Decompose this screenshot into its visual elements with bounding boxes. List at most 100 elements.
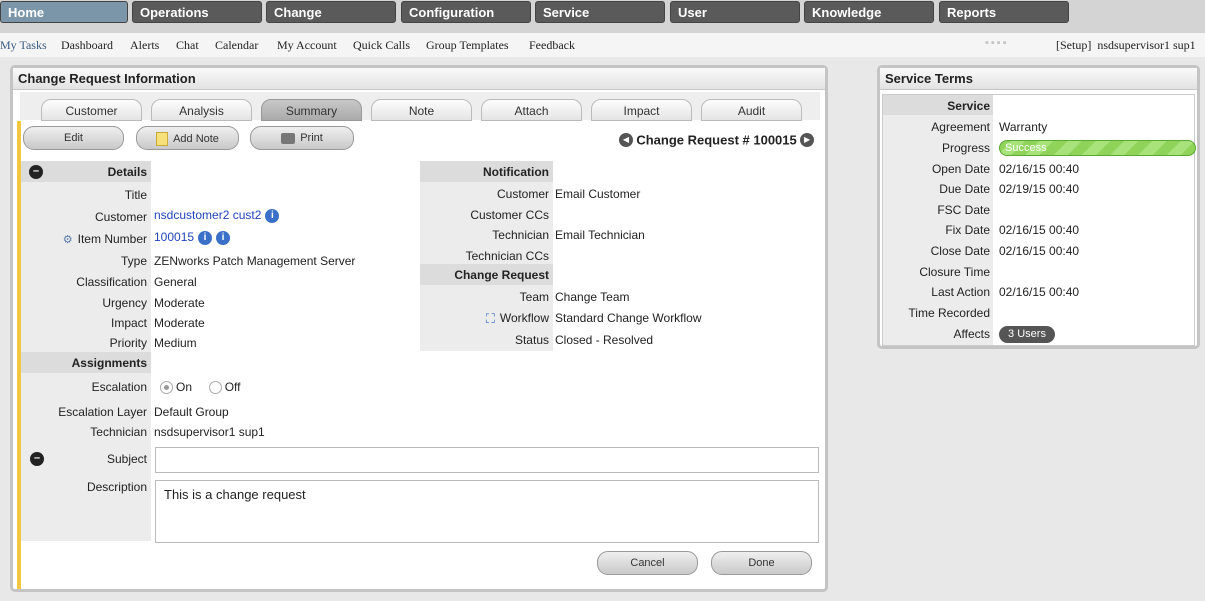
technician-value: nsdsupervisor1 sup1 (154, 425, 265, 439)
escalation-on-label: On (176, 380, 193, 394)
nav-change[interactable]: Change (266, 1, 396, 23)
nav-home[interactable]: Home (0, 1, 128, 23)
description-label: Description (86, 480, 147, 494)
customer-link[interactable]: nsdcustomer2 cust2 (154, 208, 261, 222)
item-tree-icon: ⚙ (62, 234, 73, 247)
agreement-value: Warranty (999, 120, 1048, 134)
escalation-off-radio[interactable] (208, 381, 222, 395)
service-label: Service (947, 99, 990, 113)
request-nav: ◀ Change Request # 100015 ▶ (619, 132, 815, 147)
workflow-value: Standard Change Workflow (555, 311, 702, 325)
escalation-layer-value: Default Group (154, 405, 229, 419)
notify-technician-label: Technician (492, 228, 549, 242)
customer-ccs-label: Customer CCs (470, 208, 549, 222)
item-number-link[interactable]: 100015 (154, 230, 194, 244)
open-date-label: Open Date (931, 162, 990, 176)
agreement-label: Agreement (931, 120, 990, 134)
nav-reports[interactable]: Reports (939, 1, 1069, 23)
notification-header: Notification (420, 161, 553, 182)
info-icon[interactable]: i (265, 208, 280, 223)
description-textarea[interactable]: This is a change request (155, 480, 819, 543)
subject-input[interactable] (155, 447, 819, 473)
service-terms-title: Service Terms (880, 68, 1197, 90)
open-date-value: 02/16/15 00:40 (999, 162, 1080, 176)
nav-configuration[interactable]: Configuration (401, 1, 531, 23)
status-value: Closed - Resolved (555, 333, 654, 347)
nav-service[interactable]: Service (535, 1, 665, 23)
affects-users-badge[interactable]: 3 Users (999, 326, 1055, 343)
workflow-label: ⛶ Workflow (485, 311, 549, 327)
item-number-field: 100015 i i (154, 230, 231, 245)
tab-audit[interactable]: Audit (701, 99, 802, 121)
link-my-account[interactable]: My Account (277, 38, 337, 53)
info-icon[interactable]: i (216, 230, 231, 245)
link-alerts[interactable]: Alerts (130, 38, 159, 53)
nav-knowledge[interactable]: Knowledge (804, 1, 934, 23)
classification-value: General (154, 275, 197, 289)
close-date-label: Close Date (930, 244, 990, 258)
next-arrow-icon[interactable]: ▶ (800, 132, 815, 147)
summary-content: Edit Add Note Print ◀ Change Request # 1… (17, 121, 823, 589)
cancel-button[interactable]: Cancel (597, 551, 698, 575)
tab-impact[interactable]: Impact (591, 99, 692, 121)
tab-note[interactable]: Note (371, 99, 472, 121)
loading-dots-icon: ▪▪▪▪ (985, 37, 1009, 49)
change-request-panel: Change Request Information Customer Anal… (10, 65, 828, 592)
fsc-date-label: FSC Date (937, 203, 990, 217)
priority-label: Priority (109, 336, 147, 350)
impact-value: Moderate (154, 316, 205, 330)
link-group-templates[interactable]: Group Templates (426, 38, 509, 53)
prev-arrow-icon[interactable]: ◀ (619, 132, 633, 147)
team-label: Team (519, 290, 549, 304)
edit-button[interactable]: Edit (23, 126, 124, 150)
link-feedback[interactable]: Feedback (529, 38, 575, 53)
info-icon[interactable]: i (198, 230, 213, 245)
escalation-on-radio[interactable] (160, 381, 173, 395)
top-nav: Home Operations Change Configuration Ser… (0, 0, 1205, 33)
assignments-header: Assignments (21, 352, 151, 373)
printer-icon (281, 132, 296, 144)
tab-analysis[interactable]: Analysis (151, 99, 252, 121)
notify-customer-label: Customer (496, 187, 549, 201)
add-note-button[interactable]: Add Note (136, 126, 239, 150)
due-date-value: 02/19/15 00:40 (999, 182, 1080, 196)
service-terms-body: Service Agreement Warranty Progress Succ… (882, 94, 1196, 346)
panel-title: Change Request Information (13, 68, 825, 90)
impact-label: Impact (110, 316, 147, 330)
last-action-label: Last Action (931, 285, 990, 299)
tab-customer[interactable]: Customer (41, 99, 142, 121)
done-button[interactable]: Done (711, 551, 812, 575)
sub-nav: My Tasks Dashboard Alerts Chat Calendar … (0, 33, 1205, 57)
fix-date-label: Fix Date (945, 223, 990, 237)
escalation-layer-label: Escalation Layer (58, 405, 147, 419)
type-label: Type (120, 254, 147, 268)
subject-label: Subject (106, 452, 147, 466)
note-icon (156, 132, 169, 146)
print-button[interactable]: Print (250, 126, 354, 150)
affects-label: Affects (953, 327, 990, 341)
workflow-icon[interactable]: ⛶ (486, 311, 495, 327)
urgency-label: Urgency (102, 296, 147, 310)
nav-user[interactable]: User (670, 1, 800, 23)
notify-technician-value: Email Technician (555, 228, 645, 242)
progress-bar: Success (999, 140, 1196, 156)
link-quick-calls[interactable]: Quick Calls (353, 38, 410, 53)
link-calendar[interactable]: Calendar (215, 38, 258, 53)
tab-summary[interactable]: Summary (261, 99, 362, 121)
closure-time-label: Closure Time (919, 265, 990, 279)
user-area: [Setup] nsdsupervisor1 sup1 (1056, 38, 1196, 53)
priority-value: Medium (154, 336, 197, 350)
link-my-tasks[interactable]: My Tasks (0, 38, 47, 53)
title-label: Title (124, 188, 147, 202)
escalation-off-label: Off (224, 380, 241, 394)
progress-label: Progress (941, 141, 990, 155)
link-dashboard[interactable]: Dashboard (61, 38, 113, 53)
nav-operations[interactable]: Operations (132, 1, 262, 23)
tab-attach[interactable]: Attach (481, 99, 582, 121)
close-date-value: 02/16/15 00:40 (999, 244, 1080, 258)
collapse-details-icon[interactable]: – (29, 165, 43, 179)
link-chat[interactable]: Chat (176, 38, 199, 53)
urgency-value: Moderate (154, 296, 205, 310)
item-number-label: ⚙ Item Number (62, 232, 147, 247)
setup-link[interactable]: [Setup] (1056, 38, 1091, 52)
